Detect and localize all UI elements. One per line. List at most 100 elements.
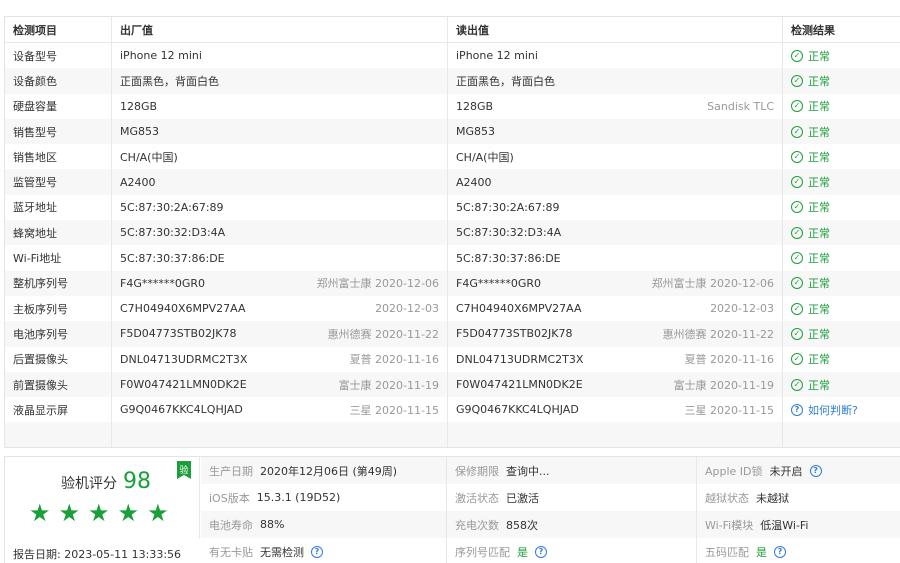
help-icon[interactable]: ? — [535, 545, 547, 558]
factory-value: F5D04773STB02JK78 — [120, 327, 237, 341]
footer-cell — [782, 422, 900, 448]
factory-value-cell: F0W047421LMN0DK2E 富士康 2020-11-19 — [111, 371, 447, 398]
result-cell: ✓ 正常 — [782, 346, 900, 372]
star-icon: ★ — [29, 499, 51, 527]
report-date-value: 2023-05-11 13:33:56 — [64, 548, 182, 561]
read-value-cell: 5C:87:30:37:86:DE — [447, 245, 782, 271]
read-value-cell: F4G******0GR0 郑州富士康 2020-12-06 — [447, 270, 782, 296]
info-value: 858次 — [506, 518, 538, 532]
info-value: 88% — [260, 518, 285, 531]
read-note: 三星 2020-11-15 — [684, 403, 774, 417]
table-row: 设备颜色 正面黑色，背面白色 正面黑色，背面白色 ✓ 正常 — [5, 68, 900, 94]
factory-value: F0W047421LMN0DK2E — [120, 378, 247, 391]
summary-panel: 验机评分 98 验 ★ ★ ★ ★ ★ 报告日期: 2023-05-11 13:33:5… — [4, 456, 900, 563]
result-status: ✓ 正常 — [791, 326, 830, 342]
check-circle-icon: ✓ — [791, 100, 803, 113]
result-text: 正常 — [808, 353, 830, 367]
read-value-cell: F0W047421LMN0DK2E 富士康 2020-11-19 — [447, 371, 782, 398]
item-label: 监管型号 — [13, 176, 57, 190]
item-label: 液晶显示屏 — [13, 403, 68, 417]
read-value: F4G******0GR0 — [456, 276, 542, 290]
info-label: 充电次数 — [455, 518, 499, 532]
factory-value-cell: 5C:87:30:2A:67:89 — [111, 194, 447, 221]
check-circle-icon: ✓ — [791, 176, 803, 189]
footer-cell — [5, 422, 111, 447]
read-value-cell: C7H04940X6MPV27AA 2020-12-03 — [447, 295, 782, 322]
result-text: 正常 — [808, 176, 830, 190]
table-row: 后置摄像头 DNL04713UDRMC2T3X 夏普 2020-11-16 DNL04… — [5, 346, 900, 372]
factory-value: 正面黑色，背面白色 — [120, 74, 219, 88]
read-value-cell: 正面黑色，背面白色 — [447, 68, 782, 94]
factory-note: 富士康 2020-11-19 — [338, 378, 439, 392]
star-icon: ★ — [88, 499, 110, 527]
read-value-cell: CH/A(中国) — [447, 144, 782, 170]
factory-value: F4G******0GR0 — [120, 276, 206, 290]
read-note: 夏普 2020-11-16 — [684, 353, 774, 367]
result-text[interactable]: 如何判断? — [808, 402, 858, 418]
header-item: 检测项目 — [13, 23, 57, 37]
read-value-cell: 128GB Sandisk TLC — [447, 93, 782, 119]
result-text: 正常 — [808, 150, 830, 164]
info-cell: iOS版本 15.3.1 (19D52) — [201, 484, 446, 511]
read-value: C7H04940X6MPV27AA — [456, 302, 582, 316]
read-value-cell: F5D04773STB02JK78 惠州德赛 2020-11-22 — [447, 321, 782, 347]
footer-cell — [447, 422, 782, 448]
read-value: G9Q0467KKC4LQHJAD — [456, 403, 579, 417]
factory-value-cell: MG853 — [111, 118, 447, 145]
result-cell: ✓ 正常 — [782, 245, 900, 271]
question-circle-icon: ? — [791, 403, 803, 416]
read-value: 5C:87:30:32:D3:4A — [456, 226, 562, 240]
table-row: 设备型号 iPhone 12 mini iPhone 12 mini ✓ 正常 — [5, 43, 900, 69]
item-label: 销售地区 — [13, 150, 57, 164]
table-row: 销售型号 MG853 MG853 ✓ 正常 — [5, 118, 900, 145]
table-row: 监管型号 A2400 A2400 ✓ 正常 — [5, 169, 900, 195]
verified-badge: 验 — [177, 461, 191, 479]
help-icon[interactable]: ? — [311, 545, 323, 558]
read-note: 富士康 2020-11-19 — [673, 378, 774, 392]
result-status: ✓ 正常 — [791, 124, 830, 140]
info-label: 五码匹配 — [705, 545, 749, 559]
result-cell: ✓ 正常 — [782, 144, 900, 170]
check-circle-icon: ✓ — [791, 201, 803, 214]
info-cell: 序列号匹配是? — [446, 538, 696, 563]
star-icon: ★ — [147, 499, 169, 527]
factory-note: 夏普 2020-11-16 — [349, 353, 439, 367]
read-value-cell: DNL04713UDRMC2T3X 夏普 2020-11-16 — [447, 346, 782, 372]
info-row: iOS版本 15.3.1 (19D52) 激活状态 已激活 越狱状态 未越狱 — [201, 484, 900, 511]
info-value: 2020年12月06日 (第49周) — [260, 464, 398, 478]
result-text: 正常 — [808, 226, 830, 240]
read-value: DNL04713UDRMC2T3X — [456, 352, 584, 366]
read-value: 5C:87:30:2A:67:89 — [456, 200, 560, 214]
star-icon: ★ — [117, 499, 140, 527]
factory-value-cell: C7H04940X6MPV27AA 2020-12-03 — [111, 295, 447, 322]
factory-value-cell: iPhone 12 mini — [111, 43, 447, 69]
factory-note: 2020-12-03 — [375, 302, 439, 316]
help-icon[interactable]: ? — [774, 545, 786, 558]
how-to-judge-link[interactable]: ? 如何判断? — [791, 402, 858, 418]
result-text: 正常 — [808, 74, 830, 88]
result-cell: ✓ 正常 — [782, 68, 900, 94]
score-title: 验机评分 98 — [61, 469, 151, 494]
result-text: 正常 — [808, 378, 830, 392]
help-icon[interactable]: ? — [809, 464, 822, 477]
factory-value-cell: G9Q0467KKC4LQHJAD 三星 2020-11-15 — [111, 397, 447, 423]
footer-cell — [111, 422, 447, 448]
score-value: 98 — [123, 469, 151, 494]
result-cell: ✓ 正常 — [782, 220, 900, 246]
check-circle-icon: ✓ — [791, 378, 803, 391]
read-value: CH/A(中国) — [456, 150, 514, 164]
info-value: 15.3.1 (19D52) — [256, 491, 341, 504]
star-icon: ★ — [58, 499, 81, 527]
info-value: 未开启 — [769, 464, 803, 478]
info-cell: 越狱状态 未越狱 — [696, 484, 900, 511]
device-info-grid: 生产日期 2020年12月06日 (第49周) 保修期限 查询中... Apple ID… — [201, 457, 900, 563]
factory-value-cell: 128GB — [111, 93, 447, 119]
table-body: 设备型号 iPhone 12 mini iPhone 12 mini ✓ 正常 设备颜色正… — [5, 43, 900, 423]
read-value-cell: 5C:87:30:32:D3:4A — [447, 220, 782, 246]
score-label: 验机评分 — [61, 476, 117, 492]
info-label: Apple ID锁 — [705, 464, 763, 478]
result-status: ✓ 正常 — [791, 377, 830, 393]
table-row: 前置摄像头 F0W047421LMN0DK2E 富士康 2020-11-19 F0W0… — [5, 371, 900, 398]
result-status: ✓ 正常 — [791, 48, 830, 64]
read-value-cell: G9Q0467KKC4LQHJAD 三星 2020-11-15 — [447, 397, 782, 423]
